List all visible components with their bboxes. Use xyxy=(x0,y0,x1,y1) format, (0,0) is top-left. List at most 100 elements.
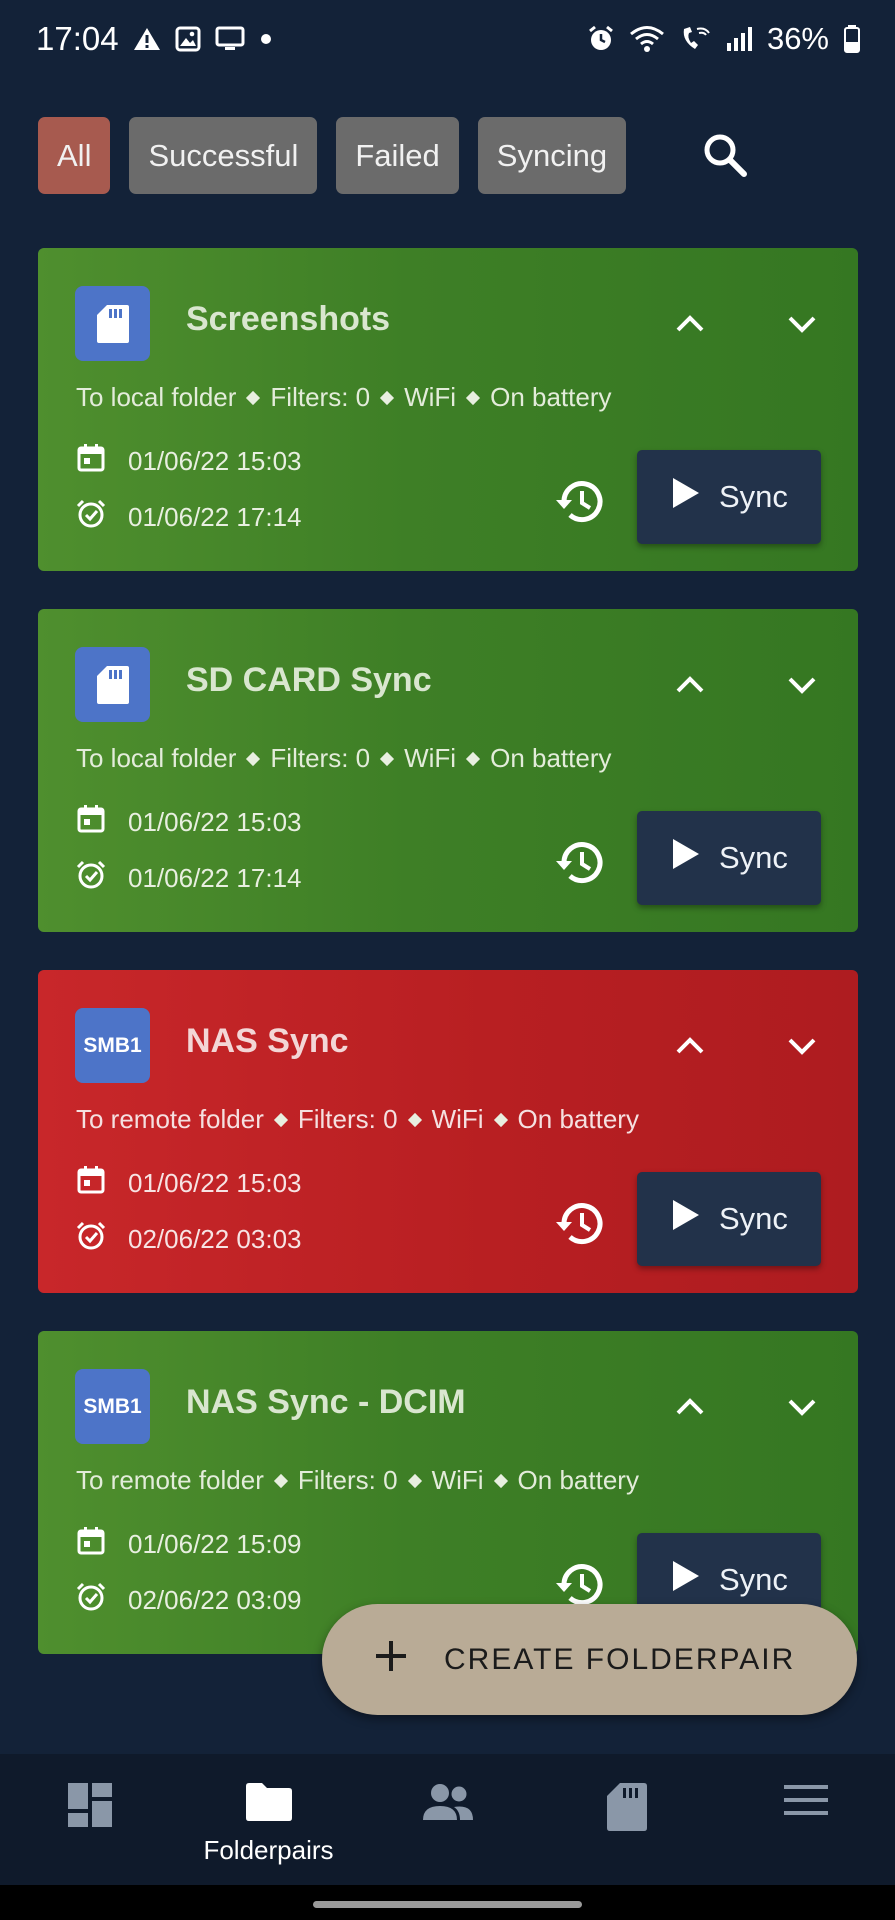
history-icon xyxy=(552,481,608,534)
filter-chip-failed[interactable]: Failed xyxy=(336,117,459,194)
sync-button[interactable]: Sync xyxy=(637,811,821,905)
signal-icon xyxy=(725,25,753,53)
last-sync-time: 01/06/22 15:03 xyxy=(128,807,302,837)
chevron-up-icon xyxy=(672,1037,708,1068)
filter-chip-all[interactable]: All xyxy=(38,117,111,194)
calendar-icon xyxy=(76,1526,106,1563)
folderpair-details: To local folder Filters: 0 WiFi On battery xyxy=(76,382,612,413)
network-condition: WiFi xyxy=(431,1465,484,1495)
chevron-down-icon xyxy=(784,1038,820,1068)
sync-direction: To local folder xyxy=(76,743,237,773)
sync-label: Sync xyxy=(719,479,788,514)
filters-count: Filters: 0 xyxy=(297,1465,398,1495)
separator-icon xyxy=(407,1473,422,1488)
next-sync-row: 02/06/22 03:09 xyxy=(76,1582,302,1619)
sync-button[interactable]: Sync xyxy=(637,450,821,544)
nav-item-menu[interactable] xyxy=(716,1754,895,1885)
power-condition: On battery xyxy=(490,743,612,773)
move-up-button[interactable] xyxy=(672,1028,708,1064)
move-down-button[interactable] xyxy=(784,306,820,342)
separator-icon xyxy=(466,751,481,766)
battery-percent: 36% xyxy=(766,21,829,56)
filters-count: Filters: 0 xyxy=(270,382,371,412)
chevron-down-icon xyxy=(784,677,820,707)
gesture-handle[interactable] xyxy=(313,1901,582,1908)
last-sync-time: 01/06/22 15:09 xyxy=(128,1529,302,1559)
alarm-clock-icon xyxy=(76,1221,106,1258)
next-sync-row: 01/06/22 17:14 xyxy=(76,860,302,897)
sync-label: Sync xyxy=(719,1562,788,1597)
create-folderpair-button[interactable]: CREATE FOLDERPAIR xyxy=(322,1604,857,1715)
nav-item-folderpairs[interactable]: Folderpairs xyxy=(179,1754,358,1885)
play-icon xyxy=(671,1198,701,1240)
accounts-icon xyxy=(421,1782,475,1827)
move-up-button[interactable] xyxy=(672,306,708,342)
play-icon xyxy=(671,476,701,518)
menu-icon xyxy=(783,1782,829,1823)
folderpair-card[interactable]: Screenshots To local folder Filters: 0 WiFi… xyxy=(38,248,858,571)
next-sync-time: 02/06/22 03:09 xyxy=(128,1585,302,1615)
separator-icon xyxy=(493,1473,508,1488)
move-down-button[interactable] xyxy=(784,1389,820,1425)
warning-icon xyxy=(133,26,161,52)
folderpair-title: NAS Sync - DCIM xyxy=(186,1383,466,1421)
folderpair-details: To remote folder Filters: 0 WiFi On battery xyxy=(76,1104,639,1135)
filter-chip-successful[interactable]: Successful xyxy=(129,117,318,194)
filters-count: Filters: 0 xyxy=(297,1104,398,1134)
calendar-icon xyxy=(76,804,106,841)
move-up-button[interactable] xyxy=(672,1389,708,1425)
wifi-icon xyxy=(629,25,665,53)
play-icon xyxy=(671,1559,701,1601)
sd-card-icon xyxy=(75,647,150,722)
separator-icon xyxy=(246,751,261,766)
chevron-down-icon xyxy=(784,316,820,346)
move-down-button[interactable] xyxy=(784,1028,820,1064)
play-icon xyxy=(671,837,701,879)
plus-icon xyxy=(374,1639,408,1681)
history-button[interactable] xyxy=(552,1196,608,1252)
next-sync-time: 01/06/22 17:14 xyxy=(128,863,302,893)
nav-item-dashboard[interactable] xyxy=(0,1754,179,1885)
folderpair-title: Screenshots xyxy=(186,300,391,338)
chevron-up-icon xyxy=(672,1398,708,1429)
last-sync-time: 01/06/22 15:03 xyxy=(128,1168,302,1198)
network-condition: WiFi xyxy=(431,1104,484,1134)
move-down-button[interactable] xyxy=(784,667,820,703)
nav-item-accounts[interactable] xyxy=(358,1754,537,1885)
history-button[interactable] xyxy=(552,474,608,530)
calendar-icon xyxy=(76,1165,106,1202)
power-condition: On battery xyxy=(517,1465,639,1495)
separator-icon xyxy=(246,390,261,405)
sync-label: Sync xyxy=(719,840,788,875)
last-sync-time: 01/06/22 15:03 xyxy=(128,446,302,476)
alarm-icon xyxy=(587,25,615,53)
sync-button[interactable]: Sync xyxy=(637,1172,821,1266)
nav-label-folderpairs: Folderpairs xyxy=(203,1835,334,1865)
last-sync-row: 01/06/22 15:03 xyxy=(76,1165,302,1202)
status-time: 17:04 xyxy=(36,20,119,57)
nav-item-storage[interactable] xyxy=(537,1754,716,1885)
network-condition: WiFi xyxy=(404,743,457,773)
sync-direction: To remote folder xyxy=(76,1465,264,1495)
power-condition: On battery xyxy=(490,382,612,412)
folderpair-details: To remote folder Filters: 0 WiFi On battery xyxy=(76,1465,639,1496)
folderpair-card[interactable]: SD CARD Sync To local folder Filters: 0 WiF… xyxy=(38,609,858,932)
alarm-clock-icon xyxy=(76,860,106,897)
cast-icon xyxy=(215,26,245,52)
battery-icon xyxy=(843,24,861,54)
search-icon[interactable] xyxy=(700,130,750,180)
filters-count: Filters: 0 xyxy=(270,743,371,773)
wifi-call-icon xyxy=(679,25,711,53)
power-condition: On battery xyxy=(517,1104,639,1134)
dashboard-icon xyxy=(67,1782,113,1833)
filter-chip-syncing[interactable]: Syncing xyxy=(477,117,627,194)
folderpair-title: SD CARD Sync xyxy=(186,661,432,699)
separator-icon xyxy=(466,390,481,405)
move-up-button[interactable] xyxy=(672,667,708,703)
history-button[interactable] xyxy=(552,835,608,891)
last-sync-row: 01/06/22 15:09 xyxy=(76,1526,302,1563)
history-icon xyxy=(552,842,608,895)
alarm-clock-icon xyxy=(76,1582,106,1619)
folderpair-card[interactable]: SMB1 NAS Sync To remote folder Filters: 0 Wi… xyxy=(38,970,858,1293)
separator-icon xyxy=(380,751,395,766)
